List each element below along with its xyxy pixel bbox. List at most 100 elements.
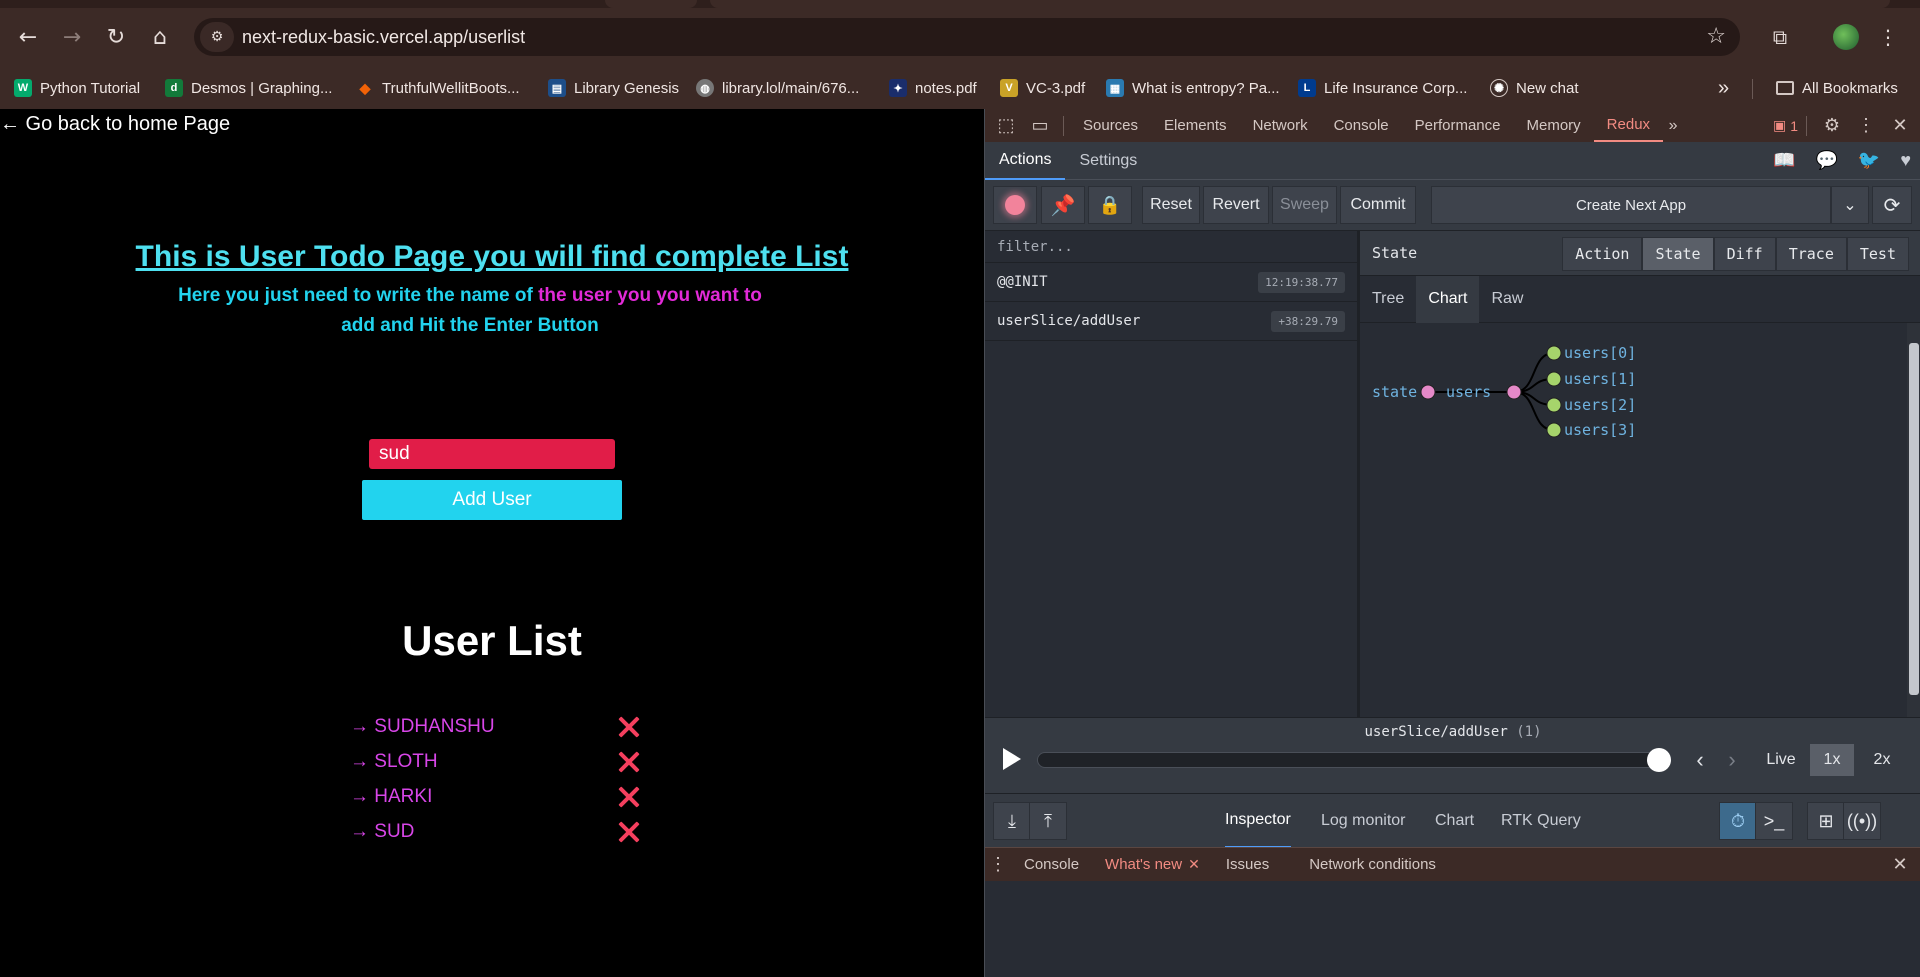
timer-button[interactable]: ⏱ bbox=[1719, 802, 1757, 840]
tree-leaf-node[interactable] bbox=[1546, 371, 1562, 387]
add-user-button[interactable]: Add User bbox=[362, 480, 622, 520]
docs-book-icon[interactable]: 📖 bbox=[1773, 150, 1795, 171]
step-back-icon[interactable]: ‹ bbox=[1687, 744, 1713, 776]
action-item[interactable]: userSlice/addUser +38:29.79 bbox=[985, 302, 1357, 341]
commit-button[interactable]: Commit bbox=[1340, 186, 1416, 224]
slider-toggle-button[interactable]: ⊞ bbox=[1807, 802, 1845, 840]
inspect-element-icon[interactable]: ⬚ bbox=[989, 115, 1023, 136]
delete-icon[interactable] bbox=[618, 786, 640, 808]
play-icon[interactable] bbox=[1003, 748, 1021, 770]
issues-badge[interactable]: ▣ 1 bbox=[1773, 117, 1798, 134]
speed-2x-button[interactable]: 2x bbox=[1860, 744, 1904, 776]
revert-button[interactable]: Revert bbox=[1203, 186, 1269, 224]
close-drawer-icon[interactable]: ✕ bbox=[1883, 854, 1917, 875]
step-forward-icon[interactable]: › bbox=[1719, 744, 1745, 776]
bookmark-desmos[interactable]: d Desmos | Graphing... bbox=[165, 77, 332, 99]
drawer-tab-console[interactable]: Console bbox=[1011, 848, 1092, 882]
tab-network[interactable]: Network bbox=[1240, 109, 1321, 142]
bookmark-truthful[interactable]: ◆ TruthfulWellitBoots... bbox=[356, 77, 520, 99]
bookmark-notes-pdf[interactable]: ✦ notes.pdf bbox=[889, 77, 977, 99]
delete-icon[interactable] bbox=[618, 751, 640, 773]
close-devtools-icon[interactable]: ✕ bbox=[1883, 115, 1917, 136]
action-item[interactable]: @@INIT 12:19:38.77 bbox=[985, 263, 1357, 302]
device-toolbar-icon[interactable]: ▭ bbox=[1023, 115, 1057, 136]
home-icon[interactable]: ⌂ bbox=[142, 19, 178, 55]
back-home-link[interactable]: ← Go back to home Page bbox=[0, 113, 230, 136]
action-slider[interactable] bbox=[1037, 752, 1665, 768]
bookmark-vc3-pdf[interactable]: V VC-3.pdf bbox=[1000, 77, 1085, 99]
tab-actions[interactable]: Actions bbox=[985, 142, 1066, 180]
twitter-icon[interactable]: 🐦 bbox=[1858, 150, 1880, 171]
feedback-chat-icon[interactable]: 💬 bbox=[1815, 150, 1837, 171]
tree-node[interactable] bbox=[1506, 384, 1522, 400]
tab-tree[interactable]: Tree bbox=[1360, 276, 1416, 323]
more-tabs-icon[interactable]: » bbox=[1663, 117, 1683, 135]
scrollbar-thumb[interactable] bbox=[1909, 343, 1919, 695]
tab-console[interactable]: Console bbox=[1321, 109, 1402, 142]
instance-dropdown-button[interactable]: ⌄ bbox=[1831, 186, 1869, 224]
lock-button[interactable]: 🔒 bbox=[1088, 186, 1132, 224]
all-bookmarks-button[interactable]: All Bookmarks bbox=[1776, 77, 1898, 99]
tab-elements[interactable]: Elements bbox=[1151, 109, 1240, 142]
monitor-log[interactable]: Log monitor bbox=[1321, 794, 1406, 848]
site-info-icon[interactable]: ⚙ bbox=[200, 22, 234, 52]
url-text[interactable]: next-redux-basic.vercel.app/userlist bbox=[242, 27, 525, 48]
settings-gear-icon[interactable]: ⚙ bbox=[1815, 115, 1849, 136]
bookmark-entropy[interactable]: ▦ What is entropy? Pa... bbox=[1106, 77, 1280, 99]
tree-node[interactable] bbox=[1420, 384, 1436, 400]
monitor-chart[interactable]: Chart bbox=[1435, 794, 1474, 848]
slider-thumb[interactable] bbox=[1647, 748, 1671, 772]
tab-settings[interactable]: Settings bbox=[1065, 142, 1151, 180]
import-button[interactable]: ⤓ bbox=[993, 802, 1031, 840]
drawer-tab-issues[interactable]: Issues bbox=[1213, 848, 1282, 882]
tab-state[interactable]: State bbox=[1642, 237, 1714, 271]
state-scrollbar[interactable] bbox=[1907, 323, 1920, 717]
tab-redux[interactable]: Redux bbox=[1593, 109, 1664, 142]
bookmark-new-chat[interactable]: ✺ New chat bbox=[1490, 77, 1579, 99]
sweep-button[interactable]: Sweep bbox=[1272, 186, 1337, 224]
browser-tab-edge[interactable] bbox=[710, 0, 1890, 8]
menu-kebab-icon[interactable]: ⋮ bbox=[1870, 19, 1906, 55]
tree-leaf-node[interactable] bbox=[1546, 397, 1562, 413]
close-tab-icon[interactable]: ✕ bbox=[1188, 856, 1200, 873]
tree-leaf-node[interactable] bbox=[1546, 422, 1562, 438]
tab-sources[interactable]: Sources bbox=[1070, 109, 1151, 142]
bookmark-library-genesis[interactable]: ▤ Library Genesis bbox=[548, 77, 679, 99]
tab-raw[interactable]: Raw bbox=[1479, 276, 1535, 323]
dispatcher-button[interactable]: >_ bbox=[1755, 802, 1793, 840]
remote-button[interactable]: ((•)) bbox=[1843, 802, 1881, 840]
instance-select[interactable]: Create Next App bbox=[1431, 186, 1831, 224]
reset-button[interactable]: Reset bbox=[1142, 186, 1200, 224]
profile-avatar[interactable] bbox=[1828, 19, 1864, 55]
devtools-menu-icon[interactable]: ⋮ bbox=[1849, 115, 1883, 136]
tab-test[interactable]: Test bbox=[1846, 237, 1909, 271]
extensions-icon[interactable]: ⧉ bbox=[1762, 19, 1798, 55]
reload-icon[interactable]: ↻ bbox=[98, 19, 134, 55]
bookmark-star-icon[interactable]: ☆ bbox=[1706, 24, 1726, 49]
tab-memory[interactable]: Memory bbox=[1514, 109, 1594, 142]
export-button[interactable]: ⤒ bbox=[1029, 802, 1067, 840]
action-filter-input[interactable]: filter... bbox=[985, 231, 1357, 263]
live-speed-button[interactable]: Live bbox=[1759, 744, 1803, 776]
monitor-inspector[interactable]: Inspector bbox=[1225, 794, 1291, 848]
back-icon[interactable]: ← bbox=[10, 19, 46, 55]
bookmark-lic[interactable]: L Life Insurance Corp... bbox=[1298, 77, 1467, 99]
bookmark-library-lol[interactable]: ◍ library.lol/main/676... bbox=[696, 77, 859, 99]
monitor-rtk-query[interactable]: RTK Query bbox=[1501, 794, 1581, 848]
forward-icon[interactable]: → bbox=[54, 19, 90, 55]
user-name-input[interactable] bbox=[369, 439, 615, 469]
tree-leaf-node[interactable] bbox=[1546, 345, 1562, 361]
drawer-tab-whats-new[interactable]: What's new ✕ bbox=[1092, 848, 1213, 882]
tab-trace[interactable]: Trace bbox=[1775, 237, 1847, 271]
drawer-tab-network-conditions[interactable]: Network conditions bbox=[1296, 848, 1449, 882]
tab-diff[interactable]: Diff bbox=[1713, 237, 1776, 271]
delete-icon[interactable] bbox=[618, 716, 640, 738]
pin-button[interactable]: 📌 bbox=[1041, 186, 1085, 224]
tab-action[interactable]: Action bbox=[1562, 237, 1643, 271]
speed-1x-button[interactable]: 1x bbox=[1810, 744, 1854, 776]
drawer-menu-icon[interactable]: ⋮ bbox=[985, 854, 1011, 875]
tab-performance[interactable]: Performance bbox=[1402, 109, 1514, 142]
heart-icon[interactable]: ♥ bbox=[1900, 150, 1911, 171]
bookmark-python-tutorial[interactable]: W Python Tutorial bbox=[14, 77, 140, 99]
address-bar[interactable]: ⚙ next-redux-basic.vercel.app/userlist ☆ bbox=[194, 18, 1740, 56]
